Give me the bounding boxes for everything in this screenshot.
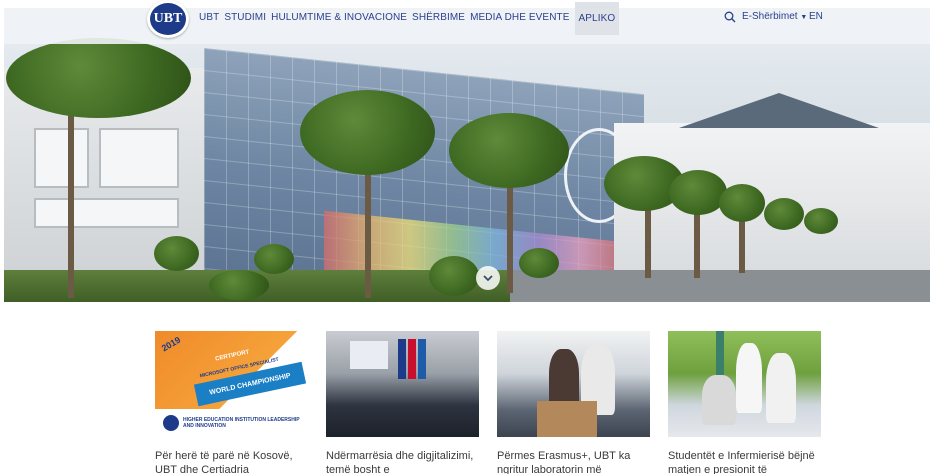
hero-bush xyxy=(209,270,269,300)
hero-tree xyxy=(300,90,435,175)
ubt-logo[interactable]: UBT xyxy=(147,0,189,38)
hero-bush xyxy=(429,256,479,296)
nav-item-ubt[interactable]: UBT xyxy=(199,11,219,35)
thumb-year: 2019 xyxy=(159,334,183,354)
hero-tree xyxy=(764,198,804,230)
search-icon[interactable] xyxy=(724,11,736,23)
hero-bush xyxy=(154,236,199,271)
hero-tree xyxy=(6,38,191,118)
eservices-label: E-Shërbimet xyxy=(742,11,798,22)
news-thumbnail[interactable] xyxy=(497,331,650,437)
scroll-down-button[interactable] xyxy=(476,266,500,290)
news-title[interactable]: Për herë të parë në Kosovë, UBT dhe Cert… xyxy=(155,449,308,474)
chevron-down-icon xyxy=(483,275,493,282)
nav-item-apliko[interactable]: APLIKO xyxy=(574,2,620,35)
news-card[interactable]: Studentët e Infermierisë bëjnë matjen e … xyxy=(668,331,821,474)
news-card[interactable]: Ndërmarrësia dhe digjitalizimi, temë bos… xyxy=(326,331,479,474)
nav-item-sherbime[interactable]: SHËRBIME xyxy=(412,11,465,35)
language-switch[interactable]: EN xyxy=(809,11,823,22)
news-thumbnail[interactable] xyxy=(668,331,821,437)
news-card[interactable]: 2019 CERTIPORT MICROSOFT OFFICE SPECIALI… xyxy=(155,331,308,474)
main-nav: UBT STUDIMI HULUMTIME & INOVACIONE SHËRB… xyxy=(199,2,620,35)
news-title[interactable]: Përmes Erasmus+, UBT ka ngritur laborato… xyxy=(497,449,650,474)
hero-tree xyxy=(804,208,838,234)
hero-tree xyxy=(449,113,569,188)
caret-down-icon: ▼ xyxy=(800,14,808,21)
hero-bush xyxy=(519,248,559,278)
hero-bush xyxy=(254,244,294,274)
news-thumbnail[interactable]: 2019 CERTIPORT MICROSOFT OFFICE SPECIALI… xyxy=(155,331,308,437)
hero-road xyxy=(510,270,930,302)
hero-tree xyxy=(669,170,727,215)
news-title[interactable]: Ndërmarrësia dhe digjitalizimi, temë bos… xyxy=(326,449,479,474)
hero-image xyxy=(4,8,930,302)
eservices-dropdown[interactable]: E-Shërbimet ▼ xyxy=(742,11,807,22)
thumb-certiport: CERTIPORT xyxy=(214,349,250,363)
news-thumbnail[interactable] xyxy=(326,331,479,437)
nav-item-hulumtime[interactable]: HULUMTIME & INOVACIONE xyxy=(271,11,407,35)
thumb-box xyxy=(537,401,597,437)
news-title[interactable]: Studentët e Infermierisë bëjnë matjen e … xyxy=(668,449,821,474)
nav-item-studimi[interactable]: STUDIMI xyxy=(224,11,266,35)
thumb-seal xyxy=(163,415,179,431)
thumb-projector-screen xyxy=(350,341,388,369)
nav-item-media[interactable]: MEDIA DHE EVENTE xyxy=(470,11,569,35)
news-card[interactable]: Përmes Erasmus+, UBT ka ngritur laborato… xyxy=(497,331,650,474)
hero-tree xyxy=(719,184,765,222)
news-cards: 2019 CERTIPORT MICROSOFT OFFICE SPECIALI… xyxy=(155,331,821,474)
